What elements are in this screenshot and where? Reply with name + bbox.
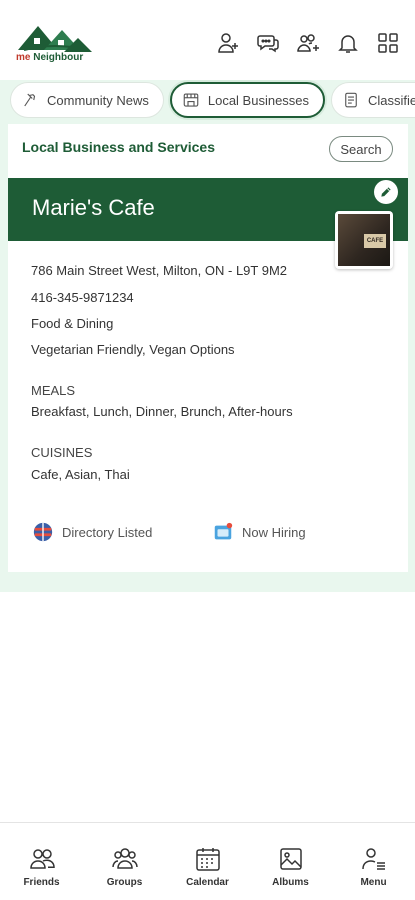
business-name[interactable]: Marie's Cafe [32,195,155,221]
meals-value: Breakfast, Lunch, Dinner, Brunch, After-… [31,404,293,419]
now-hiring-badge: Now Hiring [212,521,306,543]
hiring-icon [214,522,233,540]
logo-text: me Neighbour [16,52,83,63]
business-features: Vegetarian Friendly, Vegan Options [31,342,235,357]
news-icon [24,93,36,107]
add-friend-icon[interactable] [215,30,241,56]
top-bar: me Neighbour [0,0,415,78]
nav-label: Groups [106,877,143,888]
tab-label: Local Businesses [207,92,310,108]
logo-text-name: Neighbour [33,52,84,63]
nav-menu[interactable]: Menu [332,823,415,900]
edit-button[interactable] [374,180,398,204]
albums-icon [279,848,302,870]
tab-label: Community News [47,92,149,108]
directory-listed-badge: Directory Listed [32,521,152,543]
business-category: Food & Dining [31,316,114,331]
meals-label: MEALS [31,383,76,398]
nav-label: Friends [23,877,60,888]
nav-calendar[interactable]: Calendar [166,823,249,900]
tab-local-businesses[interactable]: Local Businesses [169,82,326,118]
tab-classified[interactable]: Classified [331,82,415,118]
nav-label: Albums [272,877,309,888]
nav-friends[interactable]: Friends [0,823,83,900]
bell-icon[interactable] [335,30,361,56]
friends-icon [29,849,55,869]
logo-text-me: me [16,52,31,63]
search-button[interactable]: Search [329,136,393,162]
classified-icon [345,92,357,108]
business-address: 786 Main Street West, Milton, ON - L9T 9… [31,263,288,278]
nav-albums[interactable]: Albums [249,823,332,900]
category-tabs: Community News Local Businesses Classifi… [0,80,415,120]
cuisines-value: Cafe, Asian, Thai [31,467,130,482]
badge-label: Now Hiring [242,524,306,540]
calendar-icon [195,848,220,871]
chat-icon[interactable] [255,30,281,56]
business-phone[interactable]: 416-345-9871234 [31,290,134,305]
grid-apps-icon[interactable] [375,30,401,56]
tab-label: Classified [368,92,415,108]
cuisines-label: CUISINES [31,445,93,460]
groups-icon [111,848,138,869]
group-add-icon[interactable] [295,30,321,56]
nav-label: Calendar [186,877,229,888]
section-title: Local Business and Services [22,139,215,155]
directory-globe-icon [33,522,53,542]
store-icon [183,93,199,107]
bottom-navigation: Friends Groups Calendar Albums Menu [0,822,415,900]
nav-groups[interactable]: Groups [83,823,166,900]
nav-label: Menu [360,877,387,888]
top-actions [215,30,401,56]
menu-icon [361,848,385,870]
cafe-sign: CAFE [364,234,386,248]
badge-label: Directory Listed [62,524,153,540]
cafe-image: CAFE [338,214,390,266]
pencil-icon [381,187,391,197]
tab-community-news[interactable]: Community News [10,82,164,118]
business-photo[interactable]: CAFE [335,211,393,269]
